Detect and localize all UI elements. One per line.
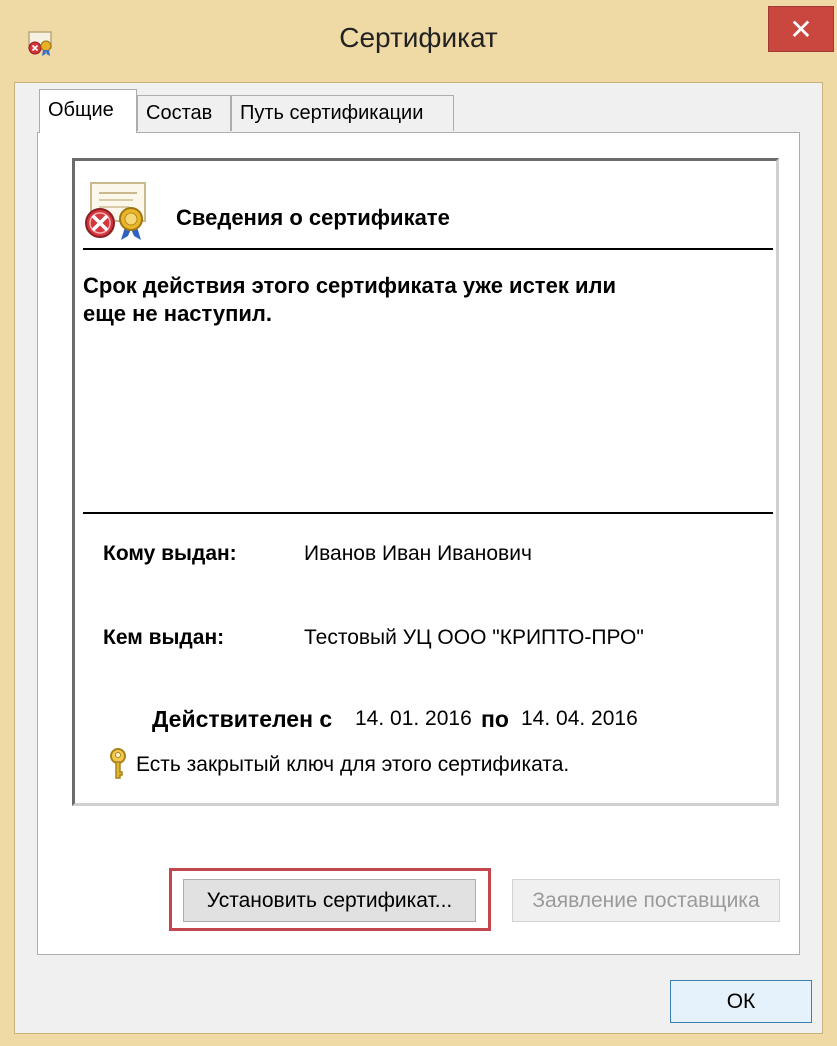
tab-certification-path[interactable]: Путь сертификации (231, 95, 454, 131)
valid-to-value: 14. 04. 2016 (521, 707, 638, 730)
valid-from-label: Действителен с (152, 706, 333, 732)
issued-to-value: Иванов Иван Иванович (304, 542, 532, 565)
divider (83, 512, 773, 514)
window-title: Сертификат (339, 22, 498, 53)
divider (83, 248, 773, 250)
validity-warning-line: Срок действия этого сертификата уже исте… (83, 273, 616, 298)
certificate-error-icon (85, 182, 146, 240)
title-bar[interactable]: Сертификат ✕ (0, 0, 837, 80)
tab-details[interactable]: Состав (137, 95, 231, 131)
close-button[interactable]: ✕ (768, 6, 834, 52)
tab-general[interactable]: Общие (39, 89, 137, 133)
ok-button[interactable]: ОК (670, 980, 812, 1023)
issuer-statement-button-label: Заявление поставщика (532, 889, 760, 912)
private-key-note: Есть закрытый ключ для этого сертификата… (136, 753, 570, 776)
certificate-dialog: Сертификат ✕ Общие Состав Путь сертифика… (0, 0, 837, 1046)
issued-to-label: Кому выдан: (103, 542, 237, 565)
tab-label: Общие (48, 99, 114, 121)
general-tab-panel: Сведения о сертификате Срок действия это… (37, 132, 800, 955)
certificate-info-box: Сведения о сертификате Срок действия это… (72, 158, 779, 806)
install-certificate-button-label: Установить сертификат... (206, 889, 453, 912)
ok-button-label: ОК (726, 990, 756, 1013)
issued-by-label: Кем выдан: (103, 626, 225, 649)
close-icon: ✕ (789, 14, 813, 45)
dialog-body: Общие Состав Путь сертификации Сведения … (14, 82, 823, 1034)
certificate-info-header: Сведения о сертификате (176, 205, 450, 230)
issued-by-value: Тестовый УЦ ООО "КРИПТО-ПРО" (304, 626, 644, 649)
tab-label: Состав (146, 102, 213, 124)
key-icon (110, 748, 126, 779)
tab-label: Путь сертификации (240, 102, 424, 124)
install-certificate-button[interactable]: Установить сертификат... (183, 879, 476, 922)
validity-warning: Срок действия этого сертификата уже исте… (83, 272, 723, 328)
validity-warning-line: еще не наступил. (83, 301, 272, 326)
valid-to-label: по (481, 706, 509, 732)
valid-from-value: 14. 01. 2016 (355, 707, 472, 730)
issuer-statement-button[interactable]: Заявление поставщика (512, 879, 780, 922)
